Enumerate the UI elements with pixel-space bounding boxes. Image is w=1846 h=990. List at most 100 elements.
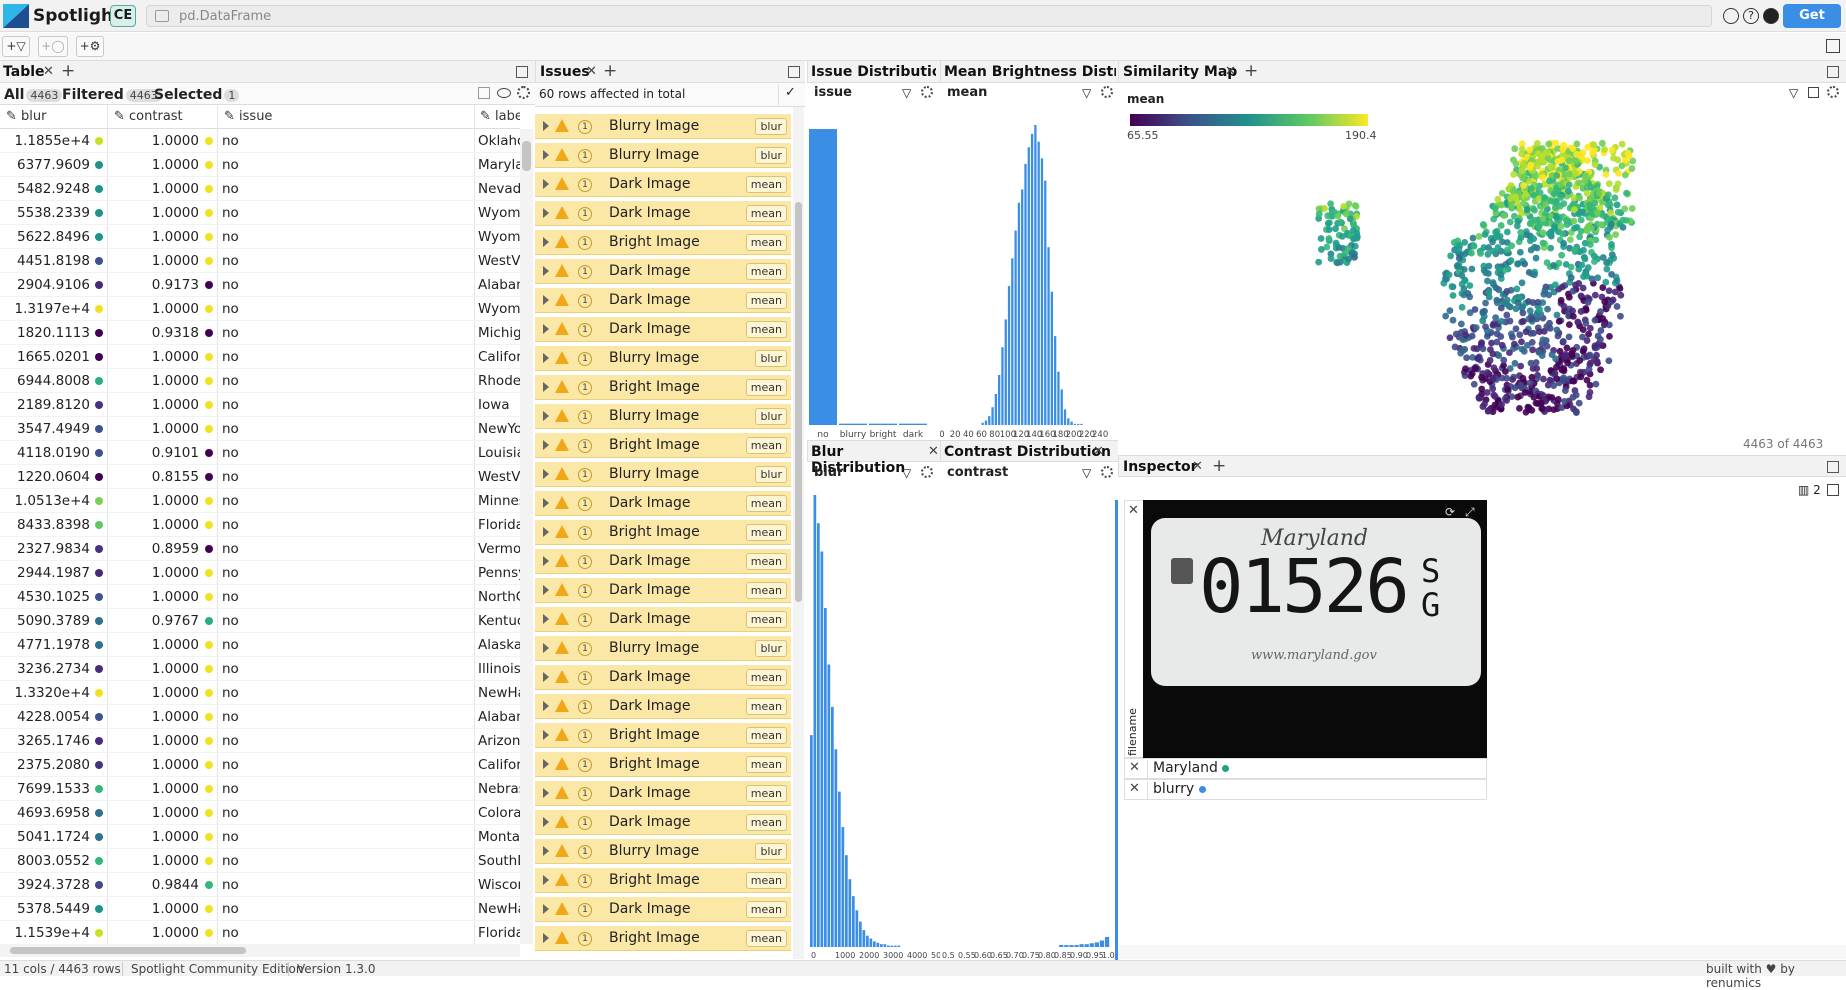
map-point[interactable]	[1485, 289, 1493, 296]
map-point[interactable]	[1468, 332, 1476, 340]
map-point[interactable]	[1477, 250, 1484, 257]
map-point[interactable]	[1453, 262, 1461, 270]
brightness-bar[interactable]	[1034, 125, 1037, 425]
map-point[interactable]	[1531, 271, 1538, 279]
filter-icon[interactable]: ▽	[1082, 86, 1091, 100]
issue-item[interactable]: 1 Bright Image mean	[535, 752, 791, 777]
map-point[interactable]	[1340, 203, 1347, 210]
map-point[interactable]	[1490, 215, 1498, 223]
issue-item[interactable]: 1 Dark Image mean	[535, 694, 791, 719]
map-point[interactable]	[1315, 258, 1323, 266]
map-point[interactable]	[1507, 257, 1515, 264]
expand-arrow-icon[interactable]	[543, 556, 549, 566]
map-point[interactable]	[1558, 366, 1566, 374]
map-point[interactable]	[1546, 376, 1554, 384]
close-icon[interactable]: ✕	[43, 64, 54, 79]
map-point[interactable]	[1497, 317, 1505, 325]
map-point[interactable]	[1497, 201, 1505, 209]
map-point[interactable]	[1325, 235, 1333, 242]
map-point[interactable]	[1558, 283, 1566, 291]
map-point[interactable]	[1479, 221, 1487, 228]
contrast-bar[interactable]	[1094, 942, 1100, 947]
brightness-bar[interactable]	[1037, 141, 1040, 425]
add-tab-icon[interactable]: +	[1212, 456, 1226, 476]
columns-count[interactable]: ▥ 2	[1798, 483, 1821, 497]
filter-icon[interactable]: ▽	[902, 86, 911, 100]
map-point[interactable]	[1584, 157, 1592, 164]
map-point[interactable]	[1569, 145, 1577, 153]
brightness-bar[interactable]	[981, 422, 984, 425]
issue-item[interactable]: 1 Blurry Image blur	[535, 462, 791, 487]
map-point[interactable]	[1324, 212, 1332, 220]
brightness-bar[interactable]	[984, 420, 988, 425]
map-point[interactable]	[1519, 160, 1527, 168]
map-point[interactable]	[1560, 239, 1568, 247]
map-point[interactable]	[1550, 262, 1557, 269]
issue-item[interactable]: 1 Blurry Image blur	[535, 143, 791, 168]
brightness-bar[interactable]	[1011, 258, 1014, 425]
issue-item[interactable]: 1 Bright Image mean	[535, 433, 791, 458]
map-point[interactable]	[1341, 250, 1349, 257]
map-point[interactable]	[1455, 254, 1463, 262]
map-point[interactable]	[1554, 332, 1562, 340]
map-point[interactable]	[1512, 305, 1520, 313]
map-point[interactable]	[1605, 357, 1613, 365]
expand-arrow-icon[interactable]	[543, 817, 549, 827]
map-point[interactable]	[1498, 238, 1506, 246]
map-point[interactable]	[1500, 212, 1508, 219]
expand-arrow-icon[interactable]	[543, 440, 549, 450]
map-point[interactable]	[1577, 216, 1585, 224]
blur-bar[interactable]	[824, 608, 827, 947]
blur-bar[interactable]	[834, 749, 838, 947]
blur-bar[interactable]	[852, 896, 855, 947]
map-point[interactable]	[1548, 394, 1556, 401]
map-point[interactable]	[1577, 227, 1585, 235]
map-point[interactable]	[1581, 177, 1589, 185]
map-point[interactable]	[1506, 349, 1513, 356]
map-point[interactable]	[1506, 317, 1514, 325]
map-point[interactable]	[1493, 296, 1501, 304]
map-point[interactable]	[1492, 228, 1500, 236]
issue-item[interactable]: 1 Dark Image mean	[535, 201, 791, 226]
expand-arrow-icon[interactable]	[543, 933, 549, 943]
map-point[interactable]	[1591, 161, 1599, 169]
expand-arrow-icon[interactable]	[543, 295, 549, 305]
add-tab-icon[interactable]: +	[603, 61, 617, 81]
brightness-bar[interactable]	[994, 393, 997, 425]
issue-item[interactable]: 1 Dark Image mean	[535, 578, 791, 603]
blur-bar[interactable]	[859, 921, 862, 947]
map-point[interactable]	[1466, 282, 1474, 289]
contrast-bar[interactable]	[1079, 944, 1084, 947]
map-point[interactable]	[1563, 344, 1571, 352]
map-point[interactable]	[1516, 404, 1523, 412]
map-point[interactable]	[1470, 380, 1478, 388]
map-point[interactable]	[1560, 376, 1568, 384]
map-point[interactable]	[1582, 319, 1590, 327]
expand-arrow-icon[interactable]	[543, 353, 549, 363]
map-point[interactable]	[1571, 224, 1578, 232]
map-point[interactable]	[1575, 399, 1583, 407]
map-point[interactable]	[1545, 291, 1553, 299]
expand-arrow-icon[interactable]	[543, 150, 549, 160]
dataset-path-field[interactable]: pd.DataFrame	[146, 5, 1712, 27]
map-point[interactable]	[1539, 336, 1547, 344]
map-point[interactable]	[1463, 354, 1470, 362]
brightness-bar[interactable]	[991, 407, 994, 425]
expand-arrow-icon[interactable]	[543, 614, 549, 624]
map-point[interactable]	[1489, 238, 1496, 246]
expand-arrow-icon[interactable]	[543, 324, 549, 334]
issue-item[interactable]: 1 Bright Image mean	[535, 723, 791, 748]
map-point[interactable]	[1595, 189, 1603, 197]
map-point[interactable]	[1479, 345, 1487, 353]
map-point[interactable]	[1591, 316, 1599, 324]
map-point[interactable]	[1561, 352, 1569, 360]
blur-bar[interactable]	[838, 791, 841, 947]
close-icon[interactable]: ✕	[1093, 444, 1104, 459]
map-point[interactable]	[1550, 406, 1558, 414]
map-point[interactable]	[1588, 224, 1595, 232]
map-point[interactable]	[1579, 347, 1587, 355]
map-point[interactable]	[1565, 333, 1573, 341]
issue-distribution-chart[interactable]: no blurry bright dark	[807, 105, 940, 440]
map-point[interactable]	[1569, 393, 1577, 401]
map-point[interactable]	[1613, 201, 1621, 209]
